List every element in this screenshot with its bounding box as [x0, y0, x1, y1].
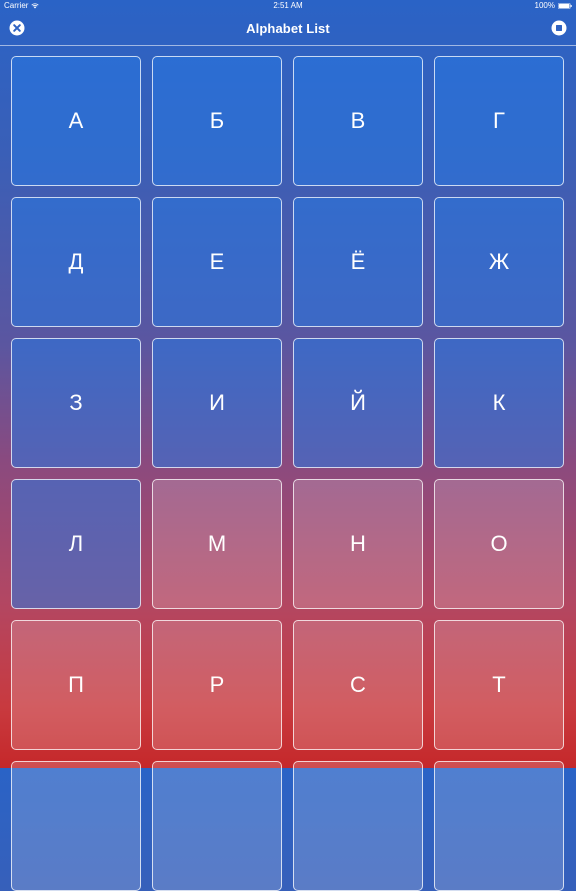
letter-tile[interactable]: М: [152, 479, 282, 609]
letter-tile[interactable]: Н: [293, 479, 423, 609]
letter-tile[interactable]: [434, 761, 564, 891]
letter-label: Г: [493, 108, 505, 133]
letter-tile[interactable]: [152, 761, 282, 891]
battery-label: 100%: [534, 1, 555, 10]
letter-tile[interactable]: Б: [152, 56, 282, 186]
stop-button[interactable]: [551, 20, 567, 36]
letter-label: В: [350, 108, 366, 133]
letter-tile[interactable]: А: [11, 56, 141, 186]
letter-label: Н: [350, 531, 366, 556]
letter-label: Р: [209, 672, 225, 697]
stop-icon: [551, 20, 567, 36]
letter-label: С: [350, 672, 366, 697]
letter-tile[interactable]: П: [11, 620, 141, 750]
letter-label: П: [68, 672, 84, 697]
letter-label: Й: [350, 390, 366, 415]
status-battery: 100%: [535, 0, 572, 12]
letter-label: Ж: [488, 249, 510, 274]
letter-tile[interactable]: Д: [11, 197, 141, 327]
letter-tile[interactable]: Л: [11, 479, 141, 609]
letter-label: Е: [209, 249, 225, 274]
letter-tile[interactable]: Е: [152, 197, 282, 327]
letter-label: А: [68, 108, 84, 133]
status-time: 2:51 AM: [273, 1, 303, 10]
letter-label: И: [209, 390, 225, 415]
letter-tile[interactable]: Р: [152, 620, 282, 750]
letter-label: Т: [492, 672, 506, 697]
letter-tile[interactable]: Т: [434, 620, 564, 750]
page-title: Alphabet List: [246, 21, 330, 36]
letter-tile[interactable]: З: [11, 338, 141, 468]
letter-tile[interactable]: [11, 761, 141, 891]
letter-label: Л: [68, 531, 84, 556]
letter-label: Б: [209, 108, 225, 133]
letter-label: Д: [68, 249, 84, 274]
letter-tile[interactable]: Ё: [293, 197, 423, 327]
letter-tile[interactable]: К: [434, 338, 564, 468]
letter-label: К: [492, 390, 506, 415]
letter-tile[interactable]: Ж: [434, 197, 564, 327]
letter-tile[interactable]: Й: [293, 338, 423, 468]
letter-label: О: [490, 531, 508, 556]
nav-bar: Alphabet List: [0, 12, 576, 46]
letter-label: З: [69, 390, 83, 415]
battery-icon: [558, 3, 572, 9]
alphabet-grid: А Б В Г Д Е Ё Ж З И Й К Л М Н О П Р С Т: [11, 56, 565, 891]
status-bar: Carrier 2:51 AM 100%: [0, 0, 576, 12]
letter-tile[interactable]: [293, 761, 423, 891]
letter-tile[interactable]: С: [293, 620, 423, 750]
letter-tile[interactable]: В: [293, 56, 423, 186]
letter-label: М: [207, 531, 227, 556]
letter-tile[interactable]: И: [152, 338, 282, 468]
letter-tile[interactable]: Г: [434, 56, 564, 186]
letter-label: Ё: [350, 249, 366, 274]
letter-tile[interactable]: О: [434, 479, 564, 609]
